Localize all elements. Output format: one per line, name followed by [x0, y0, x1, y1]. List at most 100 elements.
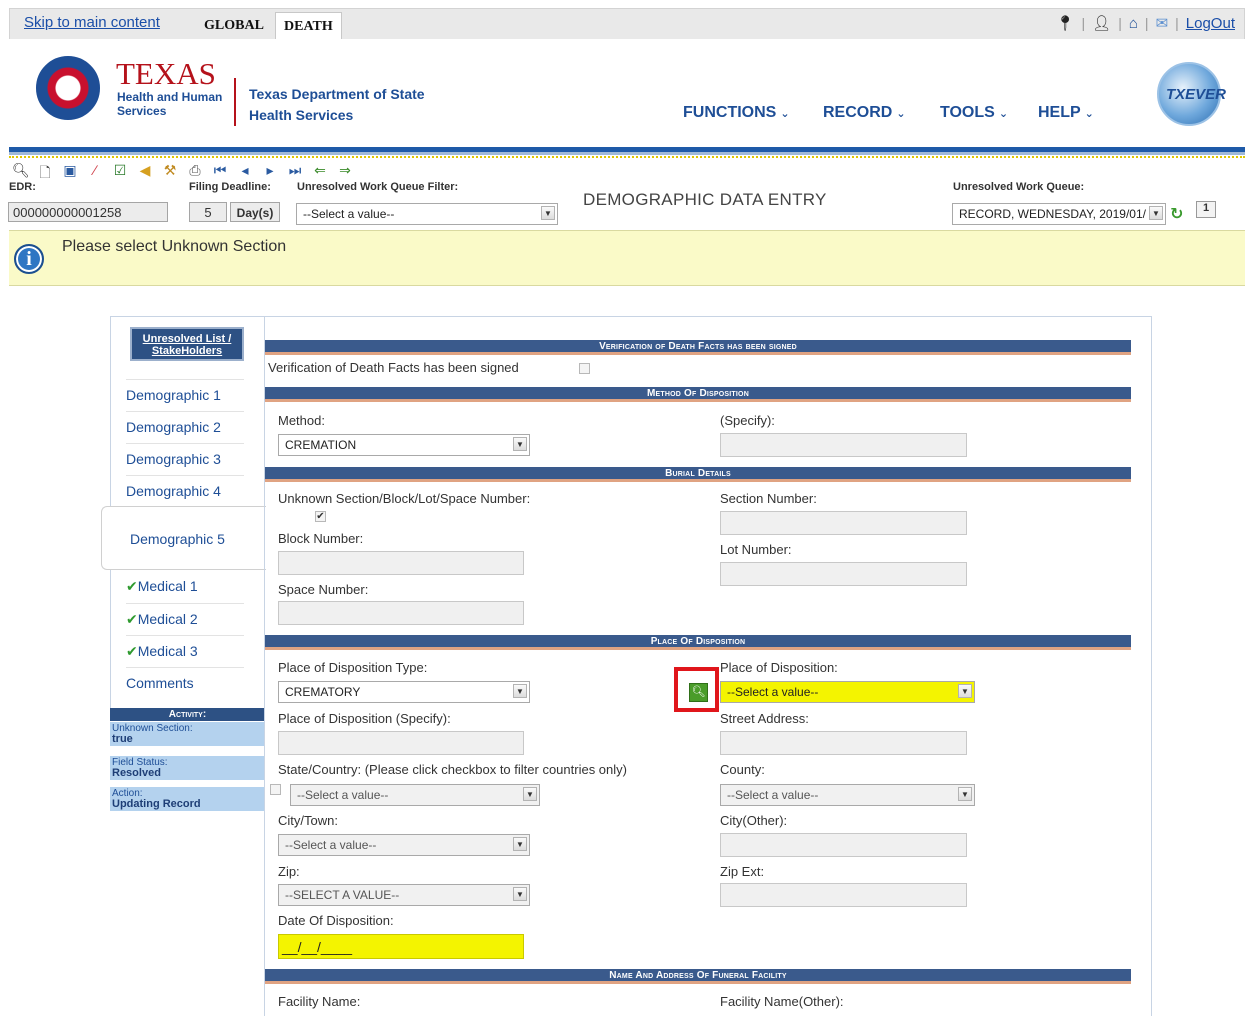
zip-select[interactable]: --SELECT A VALUE-- ▼ — [278, 884, 530, 906]
caret-down-icon: ⌄ — [998, 108, 1009, 120]
texas-hhs-logo[interactable] — [36, 56, 100, 120]
chevron-down-icon: ▼ — [513, 887, 527, 901]
logo-texas-text: TEXAS — [116, 56, 216, 91]
home-icon[interactable]: ⌂ — [1129, 15, 1138, 32]
zip-label: Zip: — [278, 864, 300, 879]
city-town-select[interactable]: --Select a value-- ▼ — [278, 834, 530, 856]
user-icon[interactable]: 👤︎ — [1092, 14, 1111, 32]
activity-action: Action: Updating Record — [110, 787, 265, 812]
nav-tools[interactable]: TOOLS ⌄ — [940, 104, 1008, 122]
city-town-label: City/Town: — [278, 813, 338, 828]
state-country-select[interactable]: --Select a value-- ▼ — [290, 784, 540, 806]
sidebar-item-medical-2[interactable]: ✔Medical 2 — [126, 603, 244, 635]
dshs-title-line2: Health Services — [249, 107, 354, 123]
uwq-count-badge: 1 — [1196, 201, 1216, 218]
validate-icon[interactable]: ☑ — [112, 162, 128, 186]
facility-name-other-label: Facility Name(Other): — [720, 994, 844, 1009]
sidebar-item-medical-1[interactable]: ✔Medical 1 — [126, 571, 244, 603]
state-country-label: State/Country: (Please click checkbox to… — [278, 762, 627, 777]
refresh-icon[interactable]: ↻ — [1170, 204, 1183, 224]
logout-link[interactable]: LogOut — [1186, 15, 1235, 32]
section-header-burial: Burial Details — [265, 467, 1131, 482]
sidebar-item-label: Medical 2 — [137, 611, 198, 627]
nav-tools-label: TOOLS — [940, 104, 995, 121]
chevron-down-icon: ▼ — [1149, 206, 1163, 220]
lot-number-label: Lot Number: — [720, 542, 792, 557]
uwq-value: RECORD, WEDNESDAY, 2019/01/ — [959, 207, 1146, 221]
tab-global[interactable]: GLOBAL — [196, 12, 272, 40]
activity-value: true — [112, 733, 133, 745]
verification-label: Verification of Death Facts has been sig… — [268, 360, 519, 375]
sidebar-item-comments[interactable]: Comments — [126, 667, 244, 699]
chevron-down-icon: ▼ — [958, 684, 972, 698]
nav-functions[interactable]: FUNCTIONS ⌄ — [683, 104, 790, 122]
logo-hhs-line1: Health and Human — [117, 90, 223, 104]
zip-value: --SELECT A VALUE-- — [285, 888, 400, 902]
method-select[interactable]: CREMATION ▼ — [278, 434, 530, 456]
separator: | — [1081, 15, 1086, 31]
lot-number-field — [720, 562, 967, 586]
sidebar-item-label: Medical 3 — [137, 643, 198, 659]
uwq-filter-label: Unresolved Work Queue Filter: — [297, 181, 459, 193]
method-specify-field — [720, 433, 967, 457]
county-select[interactable]: --Select a value-- ▼ — [720, 784, 975, 806]
highlight-box — [674, 667, 719, 712]
uwq-select[interactable]: RECORD, WEDNESDAY, 2019/01/▼ — [952, 203, 1166, 225]
caret-down-icon: ⌄ — [896, 108, 906, 120]
sidebar-item-demographic-1[interactable]: Demographic 1 — [126, 379, 244, 411]
pod-select[interactable]: --Select a value-- ▼ — [720, 681, 975, 703]
mail-icon[interactable]: ✉ — [1156, 14, 1169, 32]
uwq-filter-select[interactable]: --Select a value-- ▼ — [296, 203, 558, 225]
sidebar-item-medical-3[interactable]: ✔Medical 3 — [126, 635, 244, 667]
checkmark-icon: ✔ — [126, 578, 138, 594]
sidebar-item-demographic-5[interactable]: Demographic 5 — [101, 506, 266, 570]
pod-specify-label: Place of Disposition (Specify): — [278, 711, 451, 726]
skip-to-main-link[interactable]: Skip to main content — [24, 14, 160, 31]
city-town-value: --Select a value-- — [285, 838, 377, 852]
country-filter-checkbox[interactable] — [270, 784, 281, 795]
activity-title: Activity: — [110, 708, 265, 721]
facility-name-label: Facility Name: — [278, 994, 361, 1009]
chevron-down-icon: ▼ — [958, 787, 972, 801]
verification-checkbox[interactable] — [579, 363, 590, 374]
logo-divider — [234, 78, 236, 126]
nav-record-label: RECORD — [823, 104, 893, 121]
unknown-section-label: Unknown Section/Block/Lot/Space Number: — [278, 491, 531, 506]
top-utility-bar: Skip to main content GLOBAL DEATH 📍︎ | 👤… — [9, 8, 1245, 40]
pod-type-label: Place of Disposition Type: — [278, 660, 428, 675]
sidebar-item-demographic-4[interactable]: Demographic 4 — [126, 475, 244, 507]
header-rule — [9, 147, 1245, 155]
eraser-icon[interactable]: ∕ — [87, 162, 103, 186]
state-country-value: --Select a value-- — [297, 788, 389, 802]
activity-unknown-section: Unknown Section: true — [110, 722, 265, 747]
caret-down-icon: ⌄ — [780, 108, 790, 120]
section-number-label: Section Number: — [720, 491, 817, 506]
chevron-down-icon: ▼ — [523, 787, 537, 801]
city-other-label: City(Other): — [720, 813, 788, 828]
info-icon: i — [14, 244, 44, 274]
map-marker-icon[interactable]: 📍︎ — [1055, 14, 1074, 32]
edit-icon[interactable]: ◀ — [137, 162, 153, 186]
edr-number-field: 000000000001258 — [8, 202, 168, 222]
checkmark-icon: ✔ — [126, 643, 138, 659]
unknown-section-checkbox[interactable]: ✔ — [315, 511, 326, 522]
nav-record[interactable]: RECORD ⌄ — [823, 104, 906, 122]
street-address-label: Street Address: — [720, 711, 809, 726]
tab-death[interactable]: DEATH — [275, 12, 342, 40]
txever-logo: TXEVER — [1157, 62, 1226, 126]
pod-label: Place of Disposition: — [720, 660, 838, 675]
sidebar-item-demographic-2[interactable]: Demographic 2 — [126, 411, 244, 443]
wrench-icon[interactable]: ⚒ — [162, 162, 178, 186]
pod-type-select[interactable]: CREMATORY ▼ — [278, 681, 530, 703]
sidebar-item-demographic-3[interactable]: Demographic 3 — [126, 443, 244, 475]
date-of-disposition-field[interactable]: __/__/____ — [278, 934, 524, 959]
save-icon[interactable]: ▣ — [62, 162, 78, 186]
new-document-icon[interactable]: 🗋 — [37, 162, 53, 186]
filing-deadline-unit: Day(s) — [230, 202, 280, 222]
pod-specify-field — [278, 731, 524, 755]
unresolved-list-button[interactable]: Unresolved List / StakeHolders — [130, 327, 244, 361]
nav-help[interactable]: HELP ⌄ — [1038, 104, 1094, 122]
method-value: CREMATION — [285, 438, 357, 452]
zip-ext-label: Zip Ext: — [720, 864, 765, 879]
sidebar-item-label: Medical 1 — [137, 578, 198, 594]
